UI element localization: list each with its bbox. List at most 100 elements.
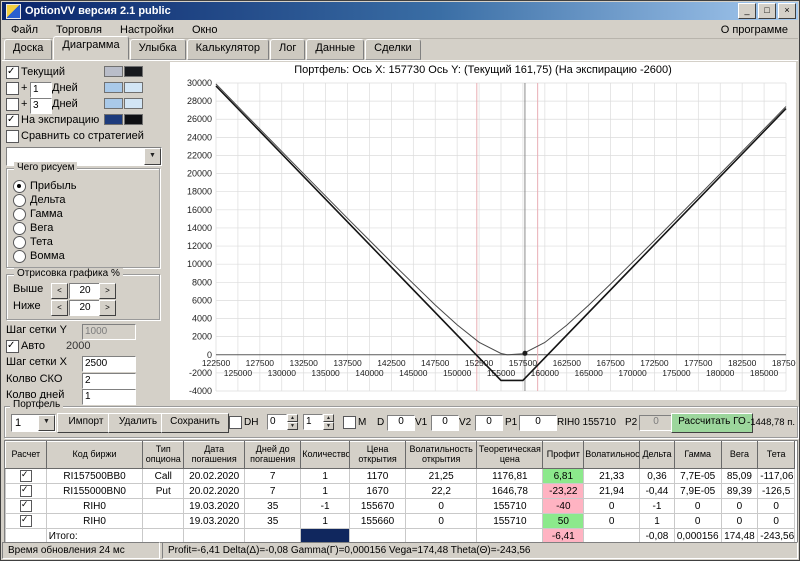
table-cell[interactable]: RI157500BB0 xyxy=(46,469,143,484)
column-header[interactable]: Тип опциона xyxy=(143,442,184,469)
spin-down-icon[interactable]: ▼ xyxy=(323,422,334,430)
table-cell[interactable]: 7,7E-05 xyxy=(674,469,721,484)
calc-margin-button[interactable]: Рассчитать ГО xyxy=(671,413,753,433)
expiration-color-swatch-2[interactable] xyxy=(124,114,143,125)
table-cell[interactable]: 0 xyxy=(721,514,758,529)
table-cell[interactable]: 7,9E-05 xyxy=(674,484,721,499)
radio-delta[interactable] xyxy=(13,194,26,207)
column-header[interactable]: Вега xyxy=(721,442,758,469)
plus3-checkbox[interactable] xyxy=(6,98,19,111)
row-checkbox[interactable] xyxy=(20,485,32,497)
dh-checkbox[interactable] xyxy=(229,416,242,429)
spin-up-icon[interactable]: ▲ xyxy=(287,414,298,422)
column-header[interactable]: Теоретическая цена xyxy=(477,442,543,469)
p1-input[interactable]: 0 xyxy=(519,415,557,431)
table-cell[interactable]: Put xyxy=(143,484,184,499)
compare-strategy-checkbox[interactable] xyxy=(6,130,19,143)
row-calc-cell[interactable] xyxy=(6,499,47,514)
table-cell[interactable]: 1170 xyxy=(350,469,406,484)
table-cell[interactable]: 0,000156 xyxy=(674,529,721,544)
import-button[interactable]: Импорт xyxy=(57,413,115,433)
table-cell[interactable]: 7 xyxy=(245,469,301,484)
table-cell[interactable]: 85,09 xyxy=(721,469,758,484)
table-cell[interactable]: 21,94 xyxy=(584,484,640,499)
table-cell[interactable] xyxy=(245,529,301,544)
table-cell[interactable]: -23,22 xyxy=(543,484,584,499)
table-cell[interactable] xyxy=(350,529,406,544)
column-header[interactable]: Количество xyxy=(301,442,350,469)
table-cell[interactable]: -1 xyxy=(640,499,675,514)
row-checkbox[interactable] xyxy=(20,500,32,512)
table-cell[interactable] xyxy=(406,529,477,544)
table-cell[interactable]: 174,48 xyxy=(721,529,758,544)
radio-vega[interactable] xyxy=(13,222,26,235)
table-cell[interactable]: Итого: xyxy=(46,529,143,544)
table-cell[interactable] xyxy=(143,499,184,514)
expiration-color-swatch-1[interactable] xyxy=(104,114,123,125)
table-cell[interactable]: 0,36 xyxy=(640,469,675,484)
row-checkbox[interactable] xyxy=(20,515,32,527)
spin-up-icon[interactable]: ▲ xyxy=(323,414,334,422)
current-color-swatch-1[interactable] xyxy=(104,66,123,77)
table-cell[interactable]: 0 xyxy=(406,499,477,514)
plus1-checkbox[interactable] xyxy=(6,82,19,95)
table-cell[interactable]: 19.03.2020 xyxy=(184,499,245,514)
table-cell[interactable]: 0 xyxy=(406,514,477,529)
plus1-color-swatch-1[interactable] xyxy=(104,82,123,93)
current-checkbox[interactable] xyxy=(6,66,19,79)
row-calc-cell[interactable] xyxy=(6,484,47,499)
table-cell[interactable]: -126,5 xyxy=(758,484,795,499)
tab-ulybka[interactable]: Улыбка xyxy=(130,39,186,60)
p2-input[interactable]: 0 xyxy=(639,415,673,431)
table-cell[interactable]: 1646,78 xyxy=(477,484,543,499)
table-cell[interactable]: 0 xyxy=(758,499,795,514)
row-calc-cell[interactable] xyxy=(6,529,47,544)
table-cell[interactable]: -1 xyxy=(301,499,350,514)
radio-theta[interactable] xyxy=(13,236,26,249)
column-header[interactable]: Дата погашения xyxy=(184,442,245,469)
spin-down-icon[interactable]: ▼ xyxy=(287,422,298,430)
radio-gamma[interactable] xyxy=(13,208,26,221)
table-cell[interactable] xyxy=(584,529,640,544)
table-cell[interactable]: 0 xyxy=(758,514,795,529)
column-header[interactable]: Дней до погашения xyxy=(245,442,301,469)
table-cell[interactable]: 155710 xyxy=(477,514,543,529)
chevron-down-icon[interactable]: ▼ xyxy=(144,148,161,165)
table-cell[interactable]: RIH0 xyxy=(46,499,143,514)
table-cell[interactable] xyxy=(143,514,184,529)
above-decrease-button[interactable]: < xyxy=(51,283,68,299)
table-cell[interactable]: 21,25 xyxy=(406,469,477,484)
column-header[interactable]: Расчет xyxy=(6,442,47,469)
table-cell[interactable]: 1670 xyxy=(350,484,406,499)
v2-input[interactable]: 0 xyxy=(475,415,503,431)
table-cell[interactable]: 1 xyxy=(301,484,350,499)
save-button[interactable]: Сохранить xyxy=(161,413,229,433)
table-cell[interactable]: 0 xyxy=(584,499,640,514)
days-count-input[interactable]: 1 xyxy=(82,389,136,405)
spinner-2[interactable]: 1 ▲▼ xyxy=(303,414,334,430)
tab-doska[interactable]: Доска xyxy=(4,39,52,60)
table-cell[interactable]: -6,41 xyxy=(543,529,584,544)
table-cell[interactable]: -0,44 xyxy=(640,484,675,499)
d-input[interactable]: 0 xyxy=(387,415,415,431)
table-cell[interactable]: 0 xyxy=(721,499,758,514)
menu-item-about[interactable]: О программе xyxy=(711,22,798,38)
maximize-button[interactable]: □ xyxy=(758,3,776,19)
table-cell[interactable]: 1176,81 xyxy=(477,469,543,484)
row-calc-cell[interactable] xyxy=(6,514,47,529)
column-header[interactable]: Гамма xyxy=(674,442,721,469)
table-cell[interactable] xyxy=(477,529,543,544)
tab-kalkulyator[interactable]: Калькулятор xyxy=(187,39,269,60)
payoff-chart[interactable]: -4000-2000020004000600080001000012000140… xyxy=(170,79,796,399)
column-header[interactable]: Волатильность xyxy=(584,442,640,469)
table-cell[interactable]: 21,33 xyxy=(584,469,640,484)
table-cell[interactable]: Call xyxy=(143,469,184,484)
table-cell[interactable]: 22,2 xyxy=(406,484,477,499)
table-cell[interactable]: 20.02.2020 xyxy=(184,484,245,499)
below-value[interactable]: 20 xyxy=(69,300,101,316)
plus3-days-input[interactable]: 3 xyxy=(30,98,52,114)
table-cell[interactable]: 20.02.2020 xyxy=(184,469,245,484)
radio-vomma[interactable] xyxy=(13,250,26,263)
row-calc-cell[interactable] xyxy=(6,469,47,484)
table-cell[interactable]: 0 xyxy=(674,514,721,529)
